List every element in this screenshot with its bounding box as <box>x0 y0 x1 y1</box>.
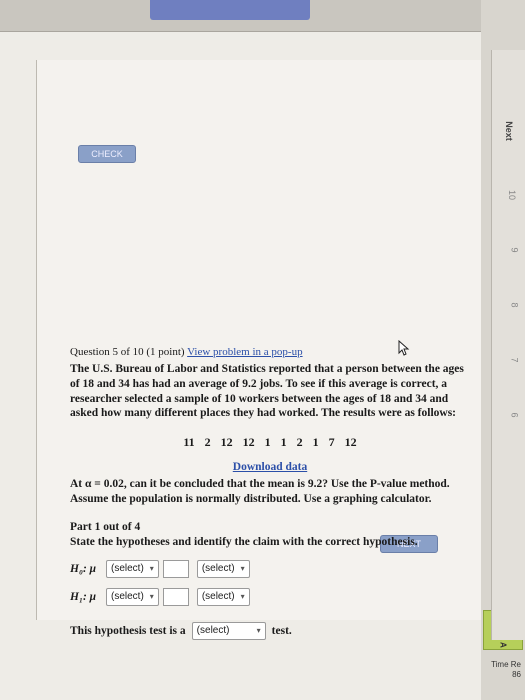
strip-number[interactable]: 6 <box>509 412 519 417</box>
browser-top-strip <box>0 0 525 32</box>
time-remaining: Time Re 86 <box>491 660 521 679</box>
question-number-strip: Next 10 9 8 7 6 <box>491 50 525 640</box>
alt-value-input[interactable] <box>162 587 189 606</box>
alt-operator-select[interactable]: (select) ▾ <box>106 587 159 606</box>
alternative-hypothesis-row: H₁: μ (select) ▾ (select) ▾ <box>70 587 470 606</box>
select-value: (select) <box>201 562 235 574</box>
chevron-down-icon: ▾ <box>240 591 245 601</box>
null-operator-select[interactable]: (select) ▾ <box>106 559 159 578</box>
null-claim-select[interactable]: (select) ▾ <box>196 559 250 578</box>
alt-hypothesis-symbol: H₁: μ <box>70 590 97 603</box>
screen: Submit A Time Re 86 Next 10 9 8 7 6 CHEC… <box>0 0 525 700</box>
select-value: (select) <box>201 590 235 602</box>
select-value: (select) <box>111 562 144 574</box>
question-intro: The U.S. Bureau of Labor and Statistics … <box>70 363 464 420</box>
chevron-down-icon: ▾ <box>149 563 154 573</box>
alt-claim-select[interactable]: (select) ▾ <box>196 587 250 606</box>
question-number: Question 5 of 10 (1 point) <box>70 346 185 358</box>
check-button[interactable]: CHECK <box>78 145 136 163</box>
strip-number[interactable]: 7 <box>509 357 519 362</box>
view-popup-link[interactable]: View problem in a pop-up <box>187 346 302 358</box>
top-tab-bar <box>150 0 310 20</box>
strip-number[interactable]: 9 <box>509 247 519 252</box>
test-type-row: This hypothesis test is a (select) ▾ tes… <box>70 621 470 640</box>
data-values: 11 2 12 12 1 1 2 1 7 12 <box>183 434 357 449</box>
null-hypothesis-row: H₀: μ (select) ▾ (select) ▾ <box>70 559 470 578</box>
time-remaining-value: 86 <box>512 669 521 679</box>
chevron-down-icon: ▾ <box>240 563 245 573</box>
select-value: (select) <box>196 624 230 636</box>
test-type-select[interactable]: (select) ▾ <box>191 621 266 640</box>
question-task: At α = 0.02, can it be concluded that th… <box>70 478 450 505</box>
test-type-prefix: This hypothesis test is a <box>70 624 186 637</box>
null-value-input[interactable] <box>162 559 189 578</box>
strip-number[interactable]: 10 <box>507 190 517 200</box>
chevron-down-icon: ▾ <box>256 625 261 635</box>
question-content: Question 5 of 10 (1 point) View problem … <box>70 345 470 640</box>
time-remaining-label: Time Re <box>491 660 521 669</box>
download-data-link[interactable]: Download data <box>233 461 307 473</box>
next-top-button[interactable]: Next <box>488 117 525 145</box>
part-instruction: State the hypotheses and identify the cl… <box>70 536 418 549</box>
chevron-down-icon: ▾ <box>149 591 154 601</box>
test-type-suffix: test. <box>271 624 292 637</box>
question-header: Question 5 of 10 (1 point) View problem … <box>70 345 470 359</box>
null-hypothesis-symbol: H₀: μ <box>70 562 97 575</box>
select-value: (select) <box>111 590 144 602</box>
part-label: Part 1 out of 4 <box>70 521 141 534</box>
strip-number[interactable]: 8 <box>509 302 519 307</box>
